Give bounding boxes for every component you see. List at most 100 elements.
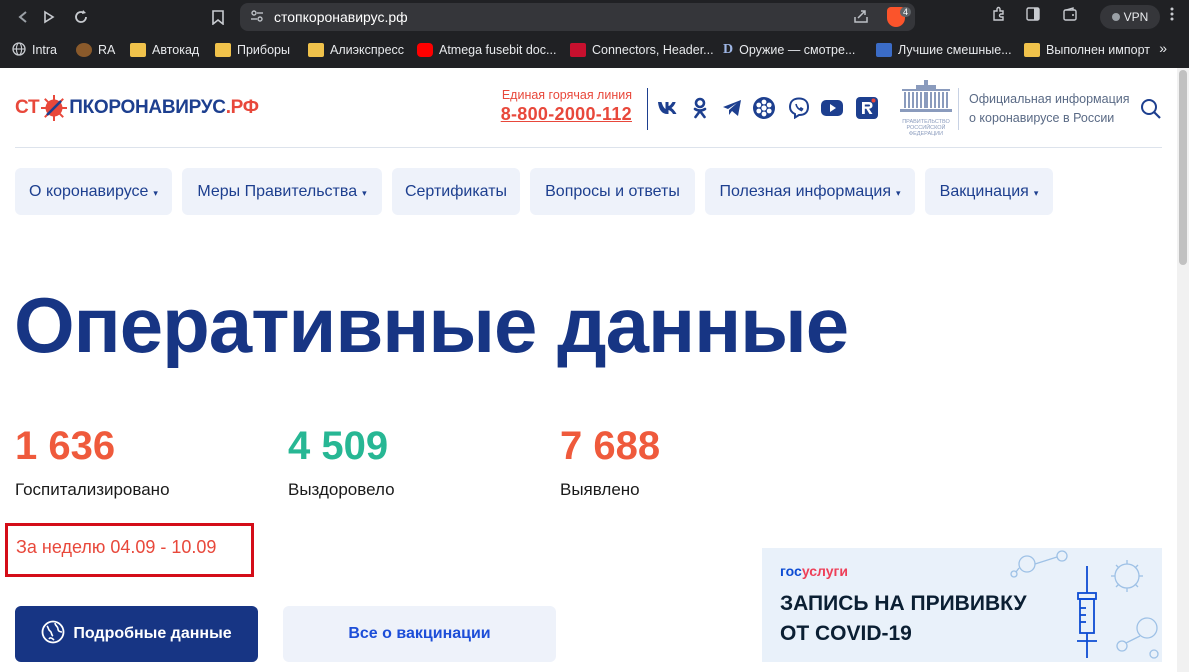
vk-icon[interactable] <box>656 96 680 120</box>
nav-label: Вопросы и ответы <box>545 182 680 200</box>
divider <box>958 88 959 130</box>
wallet-icon[interactable] <box>1062 6 1078 26</box>
viber-icon[interactable] <box>787 96 811 120</box>
vpn-button[interactable]: VPN <box>1100 5 1160 29</box>
hotline-label: Единая горячая линия <box>501 88 632 102</box>
sidebar-icon[interactable] <box>1025 6 1041 26</box>
globe-icon <box>41 620 65 649</box>
bookmark-label: Лучшие смешные... <box>898 43 1012 57</box>
virus-logo-icon <box>40 94 68 122</box>
nav-label: Полезная информация <box>719 182 891 200</box>
odnoklassniki-icon[interactable] <box>688 96 712 120</box>
logo-text-part2: ПКОРОНАВИРУС <box>69 97 226 118</box>
nav-label: О коронавирусе <box>29 182 149 200</box>
bookmark-luchshie[interactable]: Лучшие смешные... <box>876 40 1012 60</box>
yappy-icon[interactable] <box>752 96 776 120</box>
stat-recovered: 4 509 Выздоровело <box>288 424 395 500</box>
page-scrollbar[interactable] <box>1177 68 1189 672</box>
telegram-icon[interactable] <box>720 96 744 120</box>
kls-favicon-icon <box>570 43 586 57</box>
vaccination-button-label: Все о вакцинации <box>348 625 491 642</box>
globe-icon <box>12 41 26 59</box>
bookmark-ra[interactable]: RA <box>76 40 115 60</box>
nav-vaccination[interactable]: Вакцинация ▾ <box>925 168 1053 215</box>
stat-hospitalized: 1 636 Госпитализировано <box>15 424 170 500</box>
chevron-down-icon: ▾ <box>153 187 158 198</box>
stat-label: Госпитализировано <box>15 480 170 499</box>
stat-label: Выздоровело <box>288 480 395 499</box>
header-divider <box>15 147 1162 148</box>
nav-faq[interactable]: Вопросы и ответы <box>530 168 695 215</box>
ra-favicon-icon <box>76 43 92 57</box>
bookmark-intra[interactable]: Intra <box>12 40 57 60</box>
address-bar[interactable]: стопкоронавирус.рф 4 <box>240 3 915 31</box>
bookmark-oruzhie[interactable]: D Оружие — смотре... <box>723 40 855 60</box>
all-about-vaccination-button[interactable]: Все о вакцинации <box>283 606 556 662</box>
stat-value: 4 509 <box>288 424 389 468</box>
nav-useful-info[interactable]: Полезная информация ▾ <box>705 168 915 215</box>
gosuslugi-logo: госуслуги <box>780 563 848 579</box>
nav-label: Меры Правительства <box>197 182 358 200</box>
bookmark-label: Connectors, Header... <box>592 43 714 57</box>
official-info-line1: Официальная информация <box>969 92 1130 106</box>
page-title: Оперативные данные <box>14 281 849 369</box>
bookmark-label: Оружие — смотре... <box>739 43 856 57</box>
d-favicon-icon: D <box>723 42 734 57</box>
bookmark-label: Atmega fusebit doc... <box>439 43 557 57</box>
stat-label: Выявлено <box>560 480 640 499</box>
folder-icon <box>1024 43 1040 57</box>
folder-icon <box>215 43 231 57</box>
forward-icon[interactable] <box>38 6 60 28</box>
bookmark-folder-import[interactable]: Выполнен импорт <box>1024 40 1150 60</box>
search-icon[interactable] <box>1140 98 1162 125</box>
vpn-label: VPN <box>1123 10 1149 24</box>
bookmark-folder-aliexpress[interactable]: Алиэкспресс <box>308 40 404 60</box>
bookmark-atmega[interactable]: Atmega fusebit doc... <box>417 40 556 60</box>
stat-value: 1 636 <box>15 424 116 468</box>
rutube-icon[interactable] <box>855 96 879 120</box>
official-info-line2: о коронавирусе в России <box>969 111 1115 125</box>
bookmark-label: Автокад <box>152 43 200 57</box>
scrollbar-thumb[interactable] <box>1179 70 1187 265</box>
bookmark-label: Приборы <box>237 43 290 57</box>
nav-label: Сертификаты <box>404 182 508 200</box>
site-settings-icon[interactable] <box>250 9 264 26</box>
government-emblem[interactable]: ПРАВИТЕЛЬСТВО РОССИЙСКОЙ ФЕДЕРАЦИИ <box>898 80 954 140</box>
gosuslugi-vaccination-banner[interactable]: госуслуги ЗАПИСЬ НА ПРИВИВКУ ОТ COVID-19 <box>762 548 1162 662</box>
page-content: СТ ПКОРОНАВИРУС .РФ Единая горячая линия… <box>0 68 1177 672</box>
hotline-phone-link[interactable]: 8-800-2000-112 <box>500 104 632 125</box>
bookmark-folder-pribory[interactable]: Приборы <box>215 40 290 60</box>
nav-certificates[interactable]: Сертификаты <box>392 168 520 215</box>
url-text[interactable]: стопкоронавирус.рф <box>274 9 408 25</box>
browser-chrome: стопкоронавирус.рф 4 VPN Intra RA Автока… <box>0 0 1189 68</box>
detailed-data-label: Подробные данные <box>73 625 232 642</box>
nav-government-measures[interactable]: Меры Правительства ▾ <box>182 168 382 215</box>
logo-text-part3: .РФ <box>225 97 259 118</box>
more-bookmarks-icon[interactable]: » <box>1159 40 1167 56</box>
nav-about-coronavirus[interactable]: О коронавирусе ▾ <box>15 168 172 215</box>
stat-value: 7 688 <box>560 424 661 468</box>
bookmark-label: Выполнен импорт <box>1046 43 1150 57</box>
detailed-data-button[interactable]: Подробные данные <box>15 606 258 662</box>
bookmark-page-icon[interactable] <box>207 6 229 28</box>
official-info: Официальная информация о коронавирусе в … <box>969 90 1130 128</box>
gov-caption: ПРАВИТЕЛЬСТВО РОССИЙСКОЙ ФЕДЕРАЦИИ <box>902 119 950 137</box>
menu-icon[interactable] <box>1170 6 1174 26</box>
back-icon[interactable] <box>12 6 34 28</box>
extensions-icon[interactable] <box>991 6 1007 26</box>
site-logo[interactable]: СТ ПКОРОНАВИРУС .РФ <box>15 94 259 122</box>
bookmark-connectors[interactable]: Connectors, Header... <box>570 40 714 60</box>
shields-count-badge: 4 <box>899 7 911 17</box>
reload-icon[interactable] <box>70 6 92 28</box>
share-icon[interactable] <box>853 8 869 27</box>
vpn-status-icon <box>1111 13 1120 21</box>
favicon-icon <box>876 43 892 57</box>
nav-label: Вакцинация <box>939 182 1029 200</box>
gosuslugi-logo-part1: гос <box>780 563 802 579</box>
stat-detected: 7 688 Выявлено <box>560 424 660 500</box>
bookmark-folder-autocad[interactable]: Автокад <box>130 40 199 60</box>
period-text: За неделю 04.09 - 10.09 <box>16 537 217 557</box>
bookmark-label: Алиэкспресс <box>330 43 405 57</box>
logo-text-part1: СТ <box>15 97 40 118</box>
youtube-icon[interactable] <box>820 96 844 120</box>
